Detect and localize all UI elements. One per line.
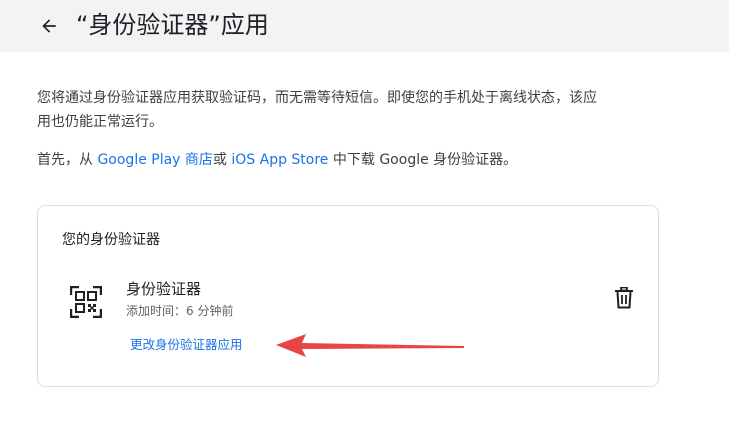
- download-suffix: 中下载 Google 身份验证器。: [328, 152, 518, 168]
- trash-icon: [615, 287, 633, 309]
- authenticator-card: 您的身份验证器 身份验证器 添加时间：6 分钟前 更改身份验证器应用: [37, 205, 659, 387]
- intro-text: 您将通过身份验证器应用获取验证码，而无需等待短信。即使您的手机处于离线状态，该应…: [37, 90, 597, 130]
- download-middle: 或: [212, 152, 232, 168]
- download-instructions: 首先，从 Google Play 商店或 iOS App Store 中下载 G…: [37, 148, 517, 172]
- qr-code-icon: [70, 286, 102, 318]
- arrow-left-icon: [42, 19, 56, 33]
- card-title: 您的身份验证器: [62, 232, 160, 248]
- app-name: 身份验证器: [126, 280, 202, 298]
- back-button[interactable]: [36, 13, 62, 39]
- header-bar: “身份验证器”应用: [0, 0, 729, 52]
- added-time: 添加时间：6 分钟前: [126, 304, 234, 318]
- google-play-link[interactable]: Google Play 商店: [97, 152, 212, 168]
- download-prefix: 首先，从: [37, 152, 98, 168]
- delete-button[interactable]: [610, 284, 638, 312]
- change-authenticator-link[interactable]: 更改身份验证器应用: [130, 335, 243, 355]
- page-title: “身份验证器”应用: [76, 11, 269, 39]
- app-store-link[interactable]: iOS App Store: [231, 152, 328, 168]
